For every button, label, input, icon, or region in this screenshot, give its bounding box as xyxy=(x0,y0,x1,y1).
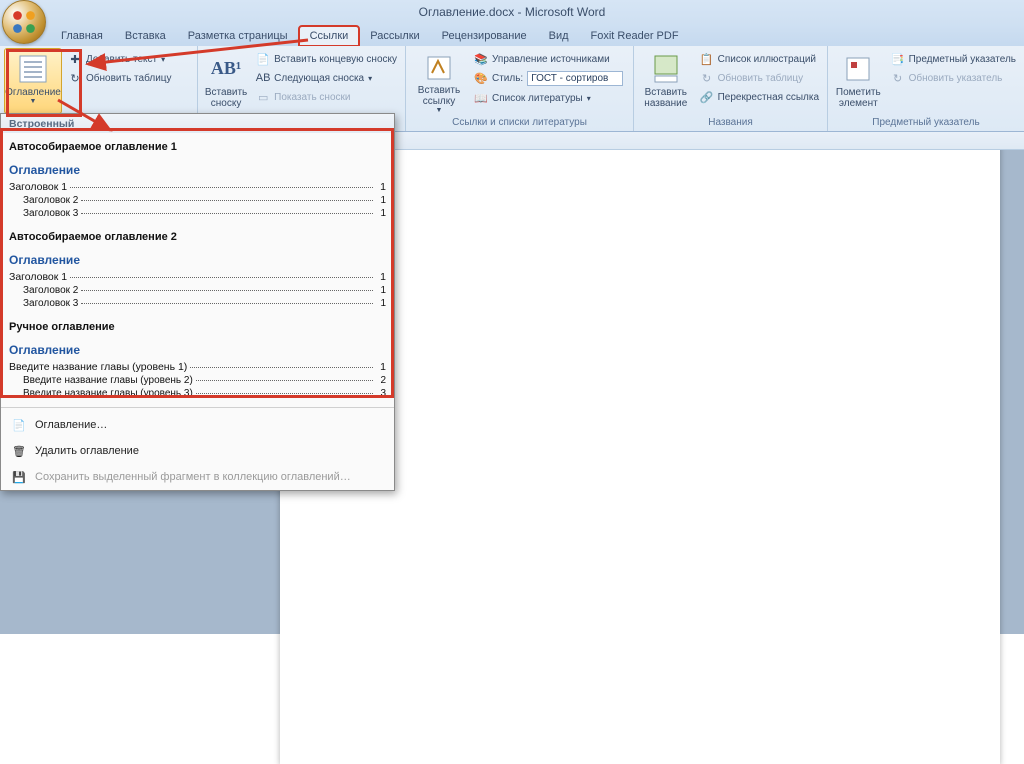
mark-entry-label: Пометить элемент xyxy=(833,87,884,109)
insert-citation-label: Вставить ссылку xyxy=(411,85,467,107)
toc-button[interactable]: Оглавление ▼ xyxy=(4,48,62,114)
quick-access-toolbar xyxy=(50,3,68,21)
add-text-button[interactable]: ✚Добавить текст xyxy=(64,50,176,68)
title-bar: Оглавление.docx - Microsoft Word xyxy=(0,0,1024,24)
window-title: Оглавление.docx - Microsoft Word xyxy=(419,5,606,19)
show-icon: ▭ xyxy=(256,90,270,104)
tab-insert[interactable]: Вставка xyxy=(114,26,177,46)
refresh-icon: ↻ xyxy=(68,71,82,85)
tab-foxit[interactable]: Foxit Reader PDF xyxy=(580,26,690,46)
toc-row: Заголовок 21 xyxy=(9,195,386,206)
index-icon: 📑 xyxy=(891,52,905,66)
office-button[interactable] xyxy=(2,0,46,44)
plus-icon: ✚ xyxy=(68,52,82,66)
gallery-item-name: Ручное оглавление xyxy=(9,315,386,337)
group-index: Пометить элемент 📑Предметный указатель ↻… xyxy=(828,46,1024,131)
menu-save-selection: 💾Сохранить выделенный фрагмент в коллекц… xyxy=(1,464,394,490)
toc-row: Заголовок 11 xyxy=(9,271,386,283)
citation-style-select[interactable] xyxy=(527,71,623,86)
gallery-item-auto2[interactable]: Автособираемое оглавление 2 Оглавление З… xyxy=(1,223,394,313)
gallery-item-auto1[interactable]: Автособираемое оглавление 1 Оглавление З… xyxy=(1,133,394,223)
group-citations: Вставить ссылку ▼ 📚Управление источникам… xyxy=(406,46,634,131)
toc-row: Заголовок 11 xyxy=(9,181,386,193)
toc-title: Оглавление xyxy=(9,253,386,267)
insert-endnote-button[interactable]: 📄Вставить концевую сноску xyxy=(252,50,401,68)
insert-caption-label: Вставить название xyxy=(639,87,693,109)
citation-icon xyxy=(423,53,455,83)
menu-insert-toc[interactable]: 📄Оглавление… xyxy=(1,412,394,438)
update-index-button[interactable]: ↻Обновить указатель xyxy=(887,69,1020,87)
ribbon-tabstrip: Главная Вставка Разметка страницы Ссылки… xyxy=(0,24,1024,46)
list-figures-button[interactable]: 📋Список иллюстраций xyxy=(696,50,823,68)
mark-entry-button[interactable]: Пометить элемент xyxy=(832,48,885,114)
insert-index-button[interactable]: 📑Предметный указатель xyxy=(887,50,1020,68)
tab-review[interactable]: Рецензирование xyxy=(431,26,538,46)
toc-row: Заголовок 21 xyxy=(9,285,386,296)
sources-icon: 📚 xyxy=(474,52,488,66)
group-label-citations: Ссылки и списки литературы xyxy=(410,117,629,129)
insert-footnote-label: Вставить сноску xyxy=(203,87,249,109)
list-icon: 📋 xyxy=(700,52,714,66)
dropdown-arrow-icon: ▼ xyxy=(436,107,443,115)
dropdown-arrow-icon: ▼ xyxy=(30,98,37,106)
toc-row: Заголовок 31 xyxy=(9,298,386,309)
toc-row: Введите название главы (уровень 1)1 xyxy=(9,361,386,373)
group-captions: Вставить название 📋Список иллюстраций ↻О… xyxy=(634,46,828,131)
tab-page-layout[interactable]: Разметка страницы xyxy=(177,26,299,46)
footnote-icon: AB¹ xyxy=(210,53,242,85)
insert-citation-button[interactable]: Вставить ссылку ▼ xyxy=(410,48,468,114)
gallery-item-name: Автособираемое оглавление 1 xyxy=(9,135,386,157)
qat-save-icon[interactable] xyxy=(50,3,68,21)
group-label-index: Предметный указатель xyxy=(832,117,1020,129)
tab-references[interactable]: Ссылки xyxy=(299,26,360,46)
toc-title: Оглавление xyxy=(9,343,386,357)
tab-home[interactable]: Главная xyxy=(50,26,114,46)
separator xyxy=(1,407,394,408)
mark-icon xyxy=(842,53,874,85)
style-icon: 🎨 xyxy=(474,72,488,86)
toc-row: Введите название главы (уровень 3)3 xyxy=(9,388,386,399)
gallery-item-manual[interactable]: Ручное оглавление Оглавление Введите наз… xyxy=(1,313,394,403)
group-label-captions: Названия xyxy=(638,117,823,129)
tab-mailings[interactable]: Рассылки xyxy=(359,26,430,46)
update-captions-button[interactable]: ↻Обновить таблицу xyxy=(696,69,823,87)
insert-caption-button[interactable]: Вставить название xyxy=(638,48,694,114)
bibliography-button[interactable]: 📖Список литературы xyxy=(470,89,627,107)
next-icon: AB xyxy=(256,71,270,85)
save-icon: 💾 xyxy=(11,469,27,485)
toc-row: Заголовок 31 xyxy=(9,208,386,219)
endnote-icon: 📄 xyxy=(256,52,270,66)
toc-title: Оглавление xyxy=(9,163,386,177)
caption-icon xyxy=(650,53,682,85)
update-toc-button[interactable]: ↻Обновить таблицу xyxy=(64,69,176,87)
menu-remove-toc[interactable]: 🗑Удалить оглавление xyxy=(1,438,394,464)
refresh-icon: ↻ xyxy=(891,71,905,85)
crossref-icon: 🔗 xyxy=(700,90,714,104)
refresh-icon: ↻ xyxy=(700,71,714,85)
gallery-builtin-header: Встроенный xyxy=(1,114,394,133)
show-footnotes-button[interactable]: ▭Показать сноски xyxy=(252,88,401,106)
toc-dialog-icon: 📄 xyxy=(11,417,27,433)
next-footnote-button[interactable]: ABСледующая сноска xyxy=(252,69,401,87)
biblio-icon: 📖 xyxy=(474,91,488,105)
remove-icon: 🗑 xyxy=(11,443,27,459)
gallery-item-name: Автособираемое оглавление 2 xyxy=(9,225,386,247)
toc-icon xyxy=(17,53,49,85)
toc-row: Введите название главы (уровень 2)2 xyxy=(9,375,386,386)
insert-footnote-button[interactable]: AB¹ Вставить сноску xyxy=(202,48,250,114)
toc-button-label: Оглавление xyxy=(5,87,61,98)
cross-reference-button[interactable]: 🔗Перекрестная ссылка xyxy=(696,88,823,106)
citation-style: 🎨Стиль: xyxy=(470,69,627,88)
toc-gallery: Встроенный Автособираемое оглавление 1 О… xyxy=(0,113,395,491)
tab-view[interactable]: Вид xyxy=(538,26,580,46)
manage-sources-button[interactable]: 📚Управление источниками xyxy=(470,50,627,68)
